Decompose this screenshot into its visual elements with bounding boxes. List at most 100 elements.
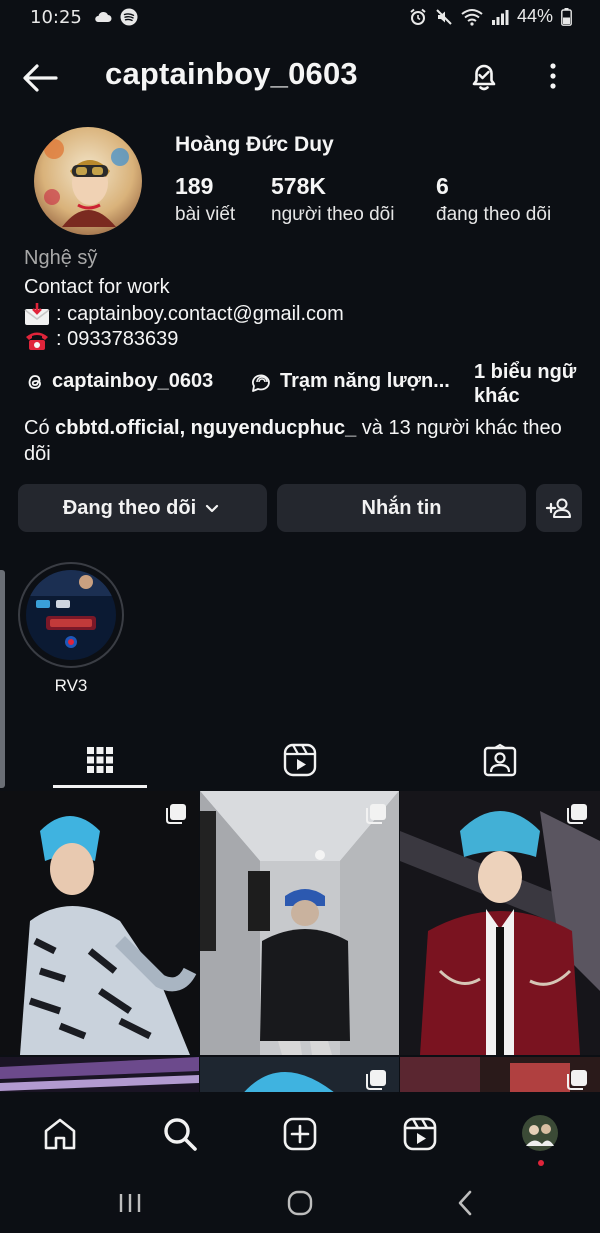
suggest-users-button[interactable] [536,484,582,532]
reels-icon [283,743,317,777]
home-circle-icon [287,1190,313,1216]
wifi-icon [461,8,483,26]
stat-value: 578K [271,173,326,199]
back-button[interactable] [20,60,60,96]
bio-email[interactable]: : captainboy.contact@gmail.com [56,303,344,326]
carousel-icon [567,804,587,824]
profile-avatar-icon [522,1115,558,1151]
bio-email-line: : captainboy.contact@gmail.com [24,302,344,326]
search-icon [164,1118,197,1151]
post-thumbnail [0,1057,199,1097]
more-vertical-icon [550,63,556,89]
grid-post[interactable] [200,791,399,1055]
broadcast-channel-link[interactable]: Trạm năng lượn... [250,370,450,393]
nav-create[interactable] [278,1112,322,1156]
stat-label: người theo dõi [271,204,395,225]
back-arrow-icon [23,64,58,92]
battery-icon [561,7,572,26]
carousel-icon [166,804,186,824]
nav-home[interactable] [38,1112,82,1156]
grid-post[interactable] [0,791,199,1055]
chevron-left-icon [458,1190,472,1216]
bottom-navigation [0,1092,600,1172]
threads-link[interactable]: captainboy_0603 [24,370,213,393]
grid-post[interactable] [0,1057,199,1097]
envelope-icon [24,303,50,325]
profile-category: Nghệ sỹ [24,247,98,269]
signal-icon [491,9,509,25]
spotify-icon [120,8,138,26]
broadcast-channel-icon [252,374,270,392]
stat-value: 6 [436,173,449,199]
system-back-button[interactable] [450,1186,482,1220]
create-icon [283,1117,317,1151]
posts-count[interactable]: 189 bài viết [175,173,235,226]
carousel-icon [366,1070,386,1090]
cloud-icon [95,11,112,22]
carousel-icon [567,1070,587,1090]
alarm-icon [410,8,426,25]
active-tab-indicator [53,785,147,788]
bio-phone[interactable]: : 0933783639 [56,328,178,351]
channel-name: Trạm năng lượn... [280,370,450,392]
more-banners-link[interactable]: 1 biểu ngữ khác [474,360,584,408]
grid-post[interactable] [400,1057,600,1097]
post-thumbnail [200,791,399,1055]
reels-icon [403,1117,437,1151]
nav-search[interactable] [158,1112,202,1156]
post-thumbnail [0,791,199,1055]
tab-reels[interactable] [252,730,348,790]
more-options-button[interactable] [540,58,566,94]
status-time: 10:25 [30,7,82,28]
bio-text: Contact for work [24,276,170,298]
edge-panel-handle[interactable] [0,570,5,788]
profile-header: captainboy_0603 [0,48,600,108]
bell-check-icon [472,64,496,91]
stat-label: bài viết [175,204,236,225]
profile-avatar[interactable] [34,127,142,235]
recent-apps-button[interactable] [112,1188,148,1218]
post-thumbnail [400,791,600,1055]
highlight-cover [26,570,116,660]
followers-count[interactable]: 578K người theo dõi [271,173,394,226]
profile-links-row: captainboy_0603 Trạm năng lượn... 1 biểu… [24,361,584,410]
system-navigation-bar [0,1172,600,1233]
following-label: Đang theo dõi [62,496,197,519]
recent-apps-icon [119,1194,141,1212]
page-title: captainboy_0603 [105,56,358,91]
bio-phone-line: : 0933783639 [24,328,178,351]
grid-icon [87,747,113,773]
tagged-icon [483,743,517,777]
message-label: Nhắn tin [361,496,442,519]
nav-profile[interactable] [518,1112,562,1166]
notification-dot [538,1160,544,1166]
threads-handle: captainboy_0603 [52,370,214,392]
followed-by-text[interactable]: Có cbbtd.official, nguyenducphuc_ và 13 … [24,415,574,467]
grid-post[interactable] [400,791,600,1055]
chevron-down-icon [206,504,219,513]
carousel-icon [366,804,386,824]
add-user-icon [545,498,571,518]
stat-value: 189 [175,173,214,199]
mute-icon [436,8,452,25]
tab-posts-grid[interactable] [52,730,148,790]
mutual-followers: cbbtd.official, nguyenducphuc_ [55,417,357,439]
avatar-photo [34,127,142,235]
grid-post[interactable] [200,1057,399,1097]
stat-label: đang theo dõi [436,204,552,225]
nav-reels[interactable] [398,1112,442,1156]
highlight-label: RV3 [54,676,88,695]
battery-percent: 44% [516,6,553,26]
profile-full-name: Hoàng Đức Duy [175,133,334,156]
following-count[interactable]: 6 đang theo dõi [436,173,551,226]
story-highlight[interactable] [18,562,124,668]
threads-icon [28,374,41,389]
following-button[interactable]: Đang theo dõi [18,484,267,532]
home-button[interactable] [282,1186,318,1220]
message-button[interactable]: Nhắn tin [277,484,526,532]
home-icon [44,1118,76,1150]
highlight-cover-image [26,570,116,660]
status-bar: 10:25 44% [0,0,600,36]
tab-tagged[interactable] [452,730,548,790]
notifications-button[interactable] [466,58,502,94]
